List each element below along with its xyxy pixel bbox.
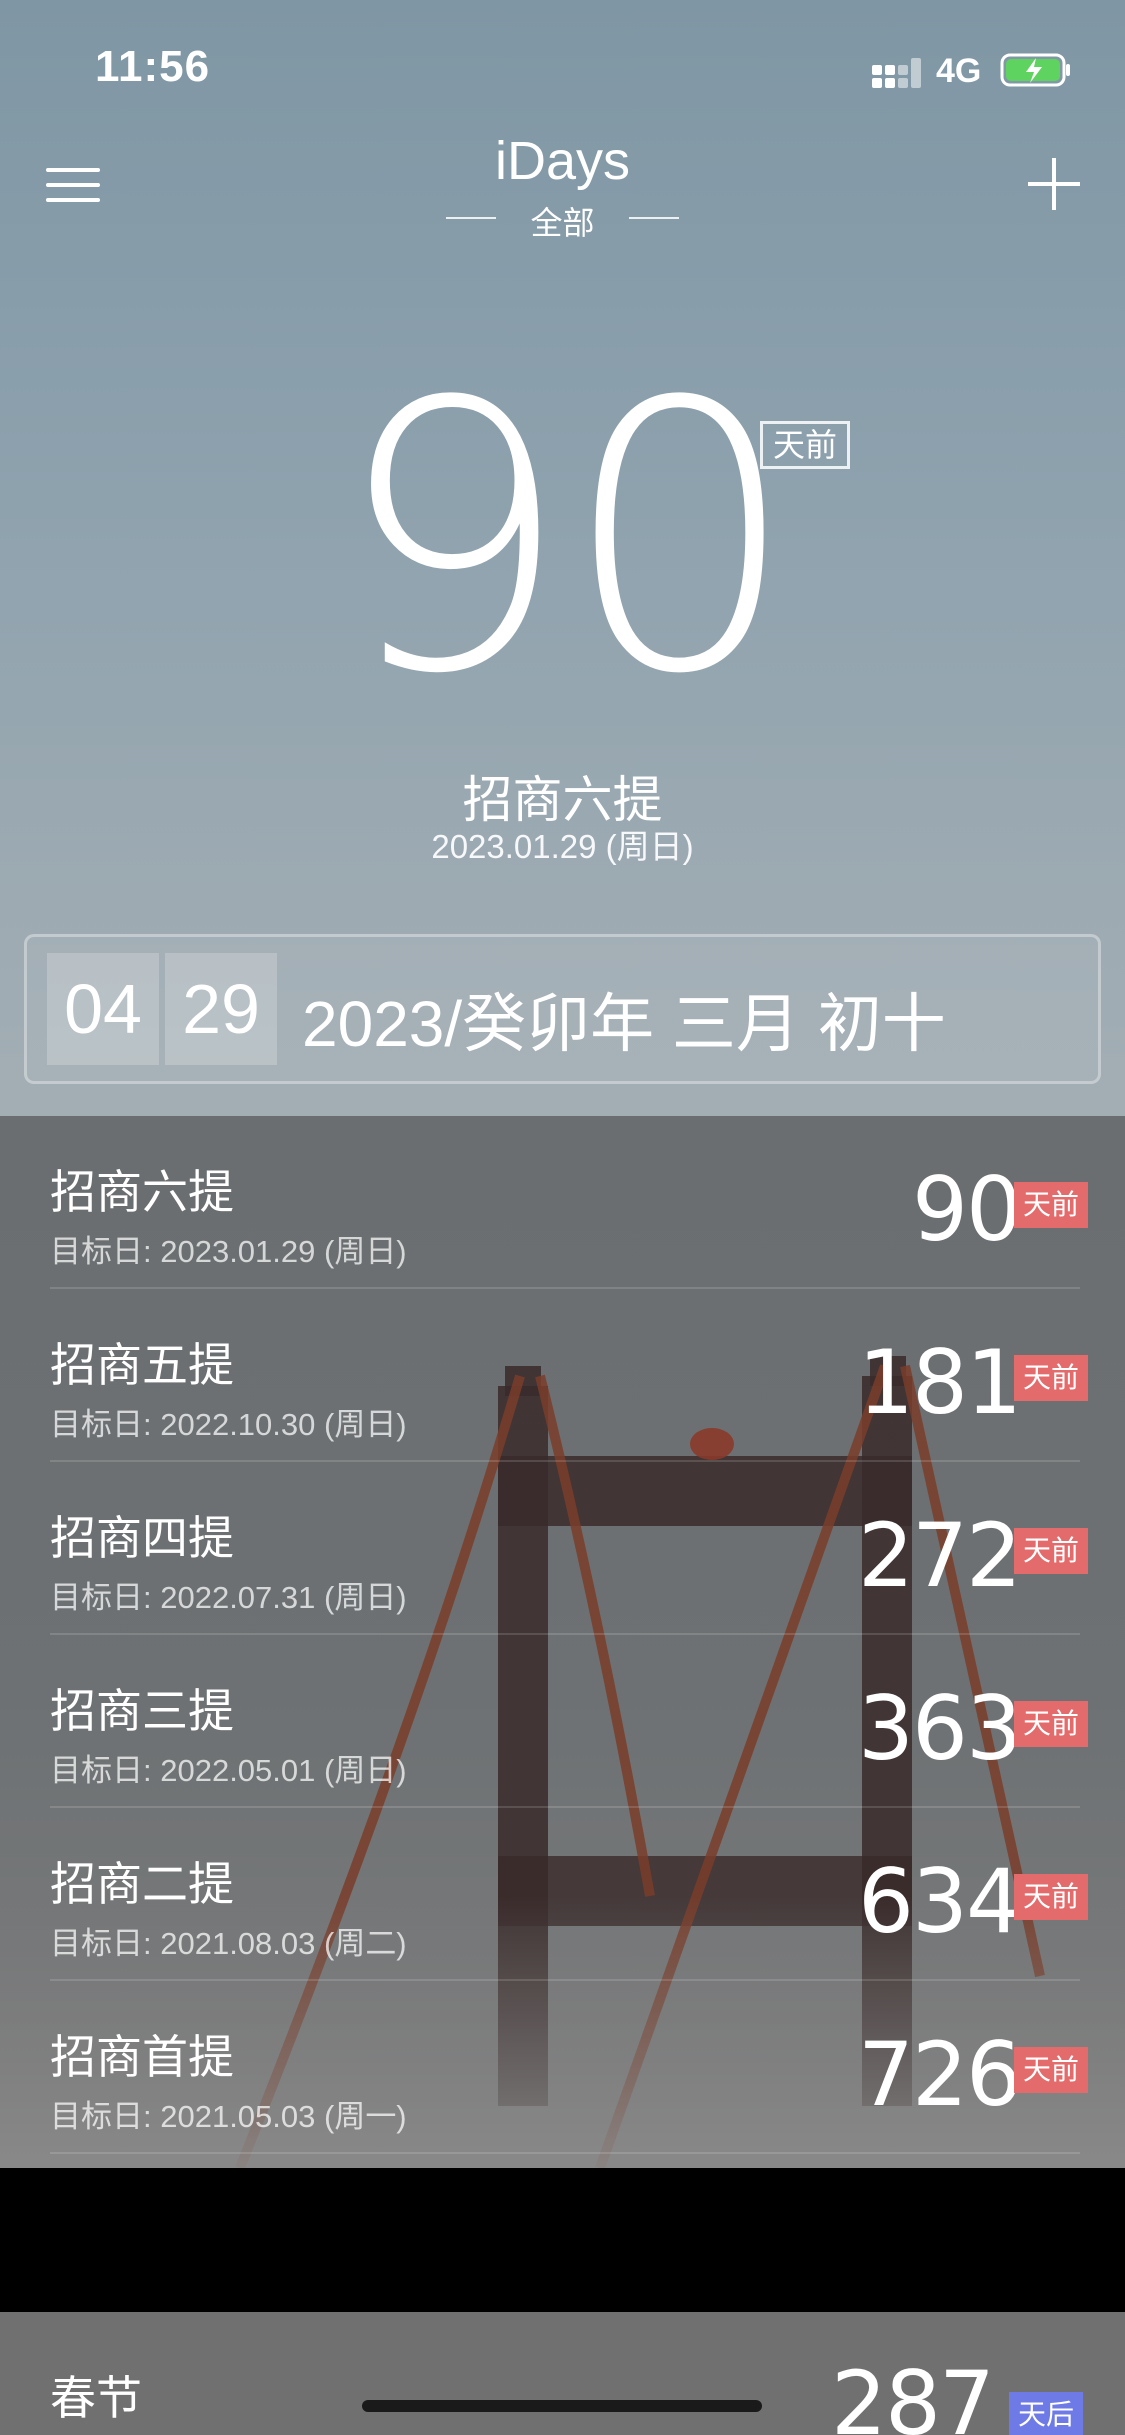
signal-icon — [872, 58, 921, 88]
event-day-count: 181 — [858, 1331, 1022, 1434]
event-name: 招商五提 — [50, 1339, 234, 1391]
list-item[interactable]: 招商四提 目标日: 2022.07.31 (周日) 272 天前 — [50, 1462, 1088, 1635]
today-month: 04 — [47, 953, 159, 1065]
event-name: 招商二提 — [50, 1858, 234, 1910]
app-title: iDays — [494, 131, 631, 191]
hero-day-count: 90 — [335, 325, 798, 755]
today-date-bar: 04 29 2023/癸卯年 三月 初十 — [24, 934, 1101, 1084]
event-target-date: 目标日: 2021.05.03 (周一) — [50, 2099, 407, 2134]
list-item[interactable]: 招商三提 目标日: 2022.05.01 (周日) 363 天前 — [50, 1635, 1088, 1808]
list-item[interactable]: 招商六提 目标日: 2023.01.29 (周日) 90 天前 — [50, 1116, 1088, 1289]
status-time: 11:56 — [95, 42, 211, 91]
event-name: 招商四提 — [50, 1512, 234, 1564]
category-filter[interactable]: 全部 — [446, 198, 679, 244]
event-list: 招商六提 目标日: 2023.01.29 (周日) 90 天前 招商五提 目标日… — [0, 1116, 1125, 2168]
list-item[interactable]: 招商五提 目标日: 2022.10.30 (周日) 181 天前 — [50, 1289, 1088, 1462]
event-badge: 天前 — [1014, 1182, 1088, 1228]
hero-area: 11:56 4G iDays 全部 90 天前 招商六提 2023.01.29 … — [0, 0, 1125, 1116]
hero-event-date: 2023.01.29 (周日) — [431, 828, 694, 865]
hero-badge: 天前 — [760, 421, 850, 469]
network-type: 4G — [936, 52, 982, 90]
lunar-date: 2023/癸卯年 三月 初十 — [302, 988, 946, 1060]
add-icon[interactable] — [1028, 158, 1080, 210]
nav-bar: iDays 全部 — [0, 120, 1125, 250]
event-badge-future: 天后 — [1009, 2392, 1083, 2435]
event-badge: 天前 — [1014, 1874, 1088, 1920]
next-section-list-item[interactable]: 春节 287 天后 — [0, 2312, 1125, 2435]
event-day-count: 634 — [858, 1850, 1022, 1953]
event-target-date: 目标日: 2021.08.03 (周二) — [50, 1926, 407, 1961]
event-name: 招商三提 — [50, 1685, 234, 1737]
event-day-count: 726 — [858, 2023, 1022, 2126]
event-target-date: 目标日: 2022.05.01 (周日) — [50, 1753, 407, 1788]
event-name: 招商首提 — [50, 2031, 234, 2083]
event-target-date: 目标日: 2022.07.31 (周日) — [50, 1580, 407, 1615]
list-item[interactable]: 招商二提 目标日: 2021.08.03 (周二) 634 天前 — [50, 1808, 1088, 1981]
event-target-date: 目标日: 2023.01.29 (周日) — [50, 1234, 407, 1269]
event-day-count: 272 — [858, 1504, 1022, 1607]
battery-charging-icon — [1000, 53, 1070, 87]
event-name: 春节 — [50, 2372, 142, 2424]
event-target-date: 目标日: 2022.10.30 (周日) — [50, 1407, 407, 1442]
event-badge: 天前 — [1014, 1701, 1088, 1747]
list-item[interactable]: 招商首提 目标日: 2021.05.03 (周一) 726 天前 — [50, 1981, 1088, 2154]
event-name: 招商六提 — [50, 1166, 234, 1218]
event-day-count: 90 — [912, 1158, 1022, 1261]
event-day-count: 363 — [858, 1677, 1022, 1780]
status-bar: 11:56 4G — [0, 0, 1125, 140]
today-day: 29 — [165, 953, 277, 1065]
section-gap — [0, 2168, 1125, 2312]
event-day-count: 287 — [831, 2352, 995, 2435]
event-badge: 天前 — [1014, 1355, 1088, 1401]
event-badge: 天前 — [1014, 1528, 1088, 1574]
event-badge: 天前 — [1014, 2047, 1088, 2093]
home-indicator[interactable] — [362, 2400, 762, 2412]
